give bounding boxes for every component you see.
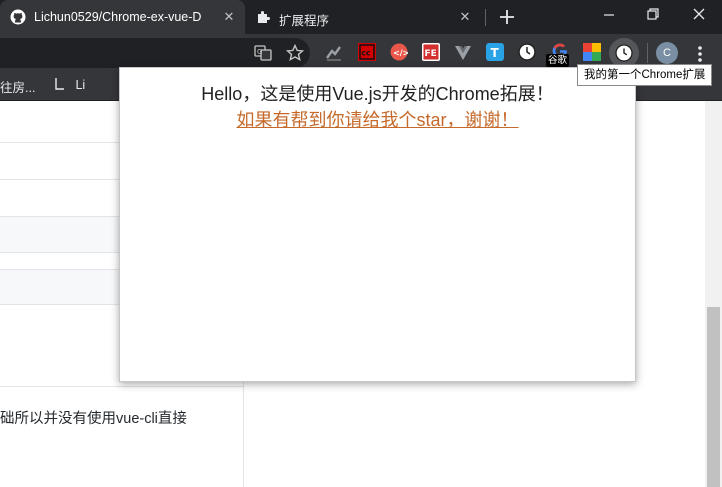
t-ext-icon[interactable]: T [486,43,504,61]
cc-ext-icon[interactable]: cc [358,43,376,61]
github-icon [10,9,26,25]
divider [0,386,243,387]
bookmark-label: Li [75,78,86,92]
bookmark-folder[interactable]: Li [54,77,85,92]
popup-greeting: Hello，这是使用Vue.js开发的Chrome拓展！ [201,84,554,104]
more-menu-icon[interactable] [692,44,708,64]
tab-extensions[interactable]: 扩展程序 ✕ [245,0,481,34]
star-link[interactable]: 如果有帮到你请给我个star，谢谢！ [120,106,635,132]
tab-github[interactable]: Lichun0529/Chrome-ex-vue-D ✕ [0,0,245,34]
new-tab-icon[interactable] [497,7,517,27]
svg-text:FE: FE [425,49,437,59]
close-tab-icon[interactable]: ✕ [221,9,237,25]
close-tab-icon[interactable]: ✕ [457,9,473,25]
tab-divider [485,9,486,26]
extension-tooltip: 我的第一个Chrome扩展 [577,64,713,86]
toolbar-divider [647,43,648,63]
scrollbar-thumb[interactable] [707,307,720,487]
tab-strip: Lichun0529/Chrome-ex-vue-D ✕ 扩展程序 ✕ [0,0,722,34]
tab-title: Lichun0529/Chrome-ex-vue-D [34,10,202,24]
bookmark-item[interactable]: 往房... [0,77,35,96]
svg-text:T: T [491,46,500,60]
vue-devtools-icon[interactable] [454,44,472,62]
minimize-icon[interactable] [594,4,624,26]
chrome-ex-vue-icon[interactable] [615,44,633,62]
readme-text: 础所以并没有使用vue-cli直接 [0,411,187,427]
fe-ext-icon[interactable]: FE [422,43,440,61]
tab-title: 扩展程序 [279,14,330,28]
puzzle-icon [255,9,271,25]
svg-text:cc: cc [362,49,371,58]
avatar[interactable]: C [656,42,678,64]
cloud-ext-icon[interactable] [325,44,343,62]
close-icon[interactable] [684,4,714,26]
svg-text:</>: </> [393,49,408,58]
translate-icon[interactable]: G [254,44,272,62]
svg-text:G: G [257,48,262,56]
bookmark-page-icon [55,78,64,90]
code-ext-icon[interactable]: </> [390,43,409,61]
clock-ext-icon[interactable] [518,43,536,61]
extension-popup: Hello，这是使用Vue.js开发的Chrome拓展！ 如果有帮到你请给我个s… [119,67,636,382]
bookmark-star-icon[interactable] [285,43,305,62]
extension-badge: 谷歌 [546,54,570,67]
grid-ext-icon[interactable] [583,43,601,61]
restore-icon[interactable] [638,4,668,26]
